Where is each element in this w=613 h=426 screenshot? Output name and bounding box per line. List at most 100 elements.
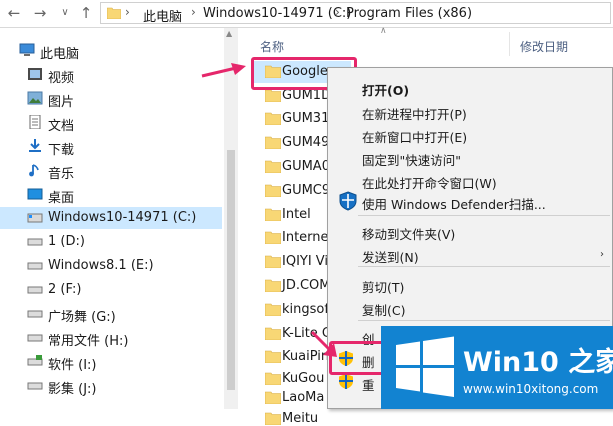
folder-icon <box>265 112 281 125</box>
menu-item-open[interactable]: 打开(O) <box>362 80 409 99</box>
nav-scrollbar-thumb[interactable] <box>227 150 235 390</box>
nav-item-documents[interactable]: 文档 <box>0 112 222 134</box>
column-header-date[interactable]: 修改日期 <box>520 38 568 55</box>
menu-item-open-new-process[interactable]: 在新进程中打开(P) <box>362 104 467 123</box>
menu-item-defender-scan[interactable]: 使用 Windows Defender扫描... <box>362 194 546 213</box>
nav-item-label: 下载 <box>48 143 75 158</box>
pictures-folder-icon <box>27 91 43 105</box>
desktop-folder-icon <box>27 188 43 200</box>
file-name: GUM31 <box>282 111 330 126</box>
nav-item-label: 桌面 <box>48 191 75 206</box>
nav-item-music[interactable]: 音乐 <box>0 160 222 182</box>
menu-item-open-command-window[interactable]: 在此处打开命令窗口(W) <box>362 173 497 192</box>
menu-item-copy[interactable]: 复制(C) <box>362 300 405 319</box>
scroll-up-icon[interactable]: ▲ <box>226 29 232 38</box>
file-name: GUMA0 <box>282 159 330 174</box>
nav-item-drive-i[interactable]: 软件 (I:) <box>0 351 222 373</box>
breadcrumb-drive-c[interactable]: Windows10-14971 (C:) <box>203 6 351 21</box>
nav-item-drive-g[interactable]: 广场舞 (G:) <box>0 303 222 325</box>
nav-item-label: 视频 <box>48 71 75 86</box>
drive-icon <box>27 262 43 270</box>
column-header-name[interactable]: 名称 <box>260 38 284 55</box>
music-folder-icon <box>29 164 39 177</box>
folder-icon <box>265 303 281 316</box>
folder-icon <box>265 279 281 292</box>
menu-separator <box>358 320 610 321</box>
nav-item-drive-f[interactable]: 2 (F:) <box>0 279 222 301</box>
nav-item-label: Windows8.1 (E:) <box>48 258 154 273</box>
nav-item-label: 图片 <box>48 95 75 110</box>
folder-icon <box>107 7 121 19</box>
folder-icon <box>265 412 281 425</box>
nav-item-downloads[interactable]: 下载 <box>0 136 222 158</box>
back-arrow-icon[interactable]: ← <box>4 3 24 23</box>
file-name: Meitu <box>282 411 319 426</box>
nav-item-pictures[interactable]: 图片 <box>0 88 222 110</box>
file-name: GUMC9 <box>282 183 331 198</box>
win10-watermark: Win10 之家 www.win10xitong.com <box>381 326 613 409</box>
menu-item-move-to-folder[interactable]: 移动到文件夹(V) <box>362 224 455 243</box>
folder-icon <box>265 89 281 102</box>
menu-item-cut[interactable]: 剪切(T) <box>362 277 404 296</box>
up-arrow-icon[interactable]: ↑ <box>76 3 96 23</box>
pointer-arrow-icon <box>310 330 337 357</box>
nav-item-drive-c[interactable]: Windows10-14971 (C:) <box>0 207 222 229</box>
nav-item-label: 1 (D:) <box>48 234 85 249</box>
nav-item-drive-d[interactable]: 1 (D:) <box>0 231 222 253</box>
breadcrumb-program-files[interactable]: Program Files (x86) <box>346 6 472 21</box>
uac-shield-icon <box>339 374 353 389</box>
nav-item-this-pc[interactable]: 此电脑 <box>0 40 222 62</box>
forward-arrow-icon[interactable]: → <box>30 3 50 23</box>
folder-icon <box>265 136 281 149</box>
documents-folder-icon <box>29 115 41 129</box>
folder-icon <box>265 208 281 221</box>
windows-defender-shield-icon <box>339 191 357 211</box>
menu-separator <box>358 215 610 216</box>
address-toolbar: ← → ∨ ↑ › 此电脑 › Windows10-14971 (C:) › P… <box>0 0 613 28</box>
menu-item-pin-quick-access[interactable]: 固定到"快速访问" <box>362 150 461 169</box>
nav-item-label: 广场舞 (G:) <box>48 310 116 325</box>
video-folder-icon <box>28 68 42 80</box>
folder-icon <box>265 160 281 173</box>
nav-item-label: 2 (F:) <box>48 282 82 297</box>
menu-item-open-new-window[interactable]: 在新窗口中打开(E) <box>362 127 467 146</box>
folder-icon <box>265 255 281 268</box>
nav-item-desktop[interactable]: 桌面 <box>0 184 222 206</box>
nav-item-label: 音乐 <box>48 167 75 182</box>
file-name: GUM49 <box>282 135 330 150</box>
nav-scrollbar[interactable]: ▲ <box>224 28 238 409</box>
nav-item-label: 常用文件 (H:) <box>48 334 129 349</box>
pointer-arrow-icon <box>201 63 246 78</box>
nav-item-label: 影集 (J:) <box>48 382 97 397</box>
drive-icon <box>27 213 43 223</box>
folder-icon <box>265 184 281 197</box>
file-name: Internet <box>282 230 334 245</box>
column-divider[interactable] <box>509 32 510 56</box>
breadcrumb-this-pc[interactable]: 此电脑 <box>143 6 182 25</box>
recent-locations-chevron-icon[interactable]: ∨ <box>55 3 75 23</box>
computer-icon <box>19 43 35 56</box>
sort-ascending-icon: ∧ <box>380 26 387 36</box>
windows-logo-icon <box>396 336 454 397</box>
drive-icon <box>27 286 43 294</box>
menu-item-send-to[interactable]: 发送到(N) <box>362 247 419 266</box>
breadcrumb-separator-icon: › <box>191 5 196 19</box>
file-name: JD.COM <box>282 278 331 293</box>
file-name: Intel <box>282 207 311 222</box>
file-name: IQIYI Vi <box>282 254 329 269</box>
downloads-folder-icon <box>29 139 41 152</box>
nav-item-videos[interactable]: 视频 <box>0 64 222 86</box>
menu-item-rename[interactable]: 重 <box>362 375 375 394</box>
address-bar[interactable]: › 此电脑 › Windows10-14971 (C:) › Program F… <box>100 2 611 25</box>
folder-icon <box>265 231 281 244</box>
breadcrumb-separator-icon: › <box>125 5 130 19</box>
watermark-url: www.win10xitong.com <box>463 382 599 396</box>
file-name: GUM1D <box>282 88 332 103</box>
nav-item-label: 软件 (I:) <box>48 358 97 373</box>
nav-item-drive-e[interactable]: Windows8.1 (E:) <box>0 255 222 277</box>
nav-item-drive-h[interactable]: 常用文件 (H:) <box>0 327 222 349</box>
nav-item-drive-j[interactable]: 影集 (J:) <box>0 375 222 397</box>
navigation-pane: 此电脑 视频 图片 文档 下载 音乐 桌面 Windows10-14971 (C… <box>0 28 238 409</box>
watermark-title: Win10 之家 <box>463 347 613 378</box>
nav-item-label: Windows10-14971 (C:) <box>48 210 197 225</box>
